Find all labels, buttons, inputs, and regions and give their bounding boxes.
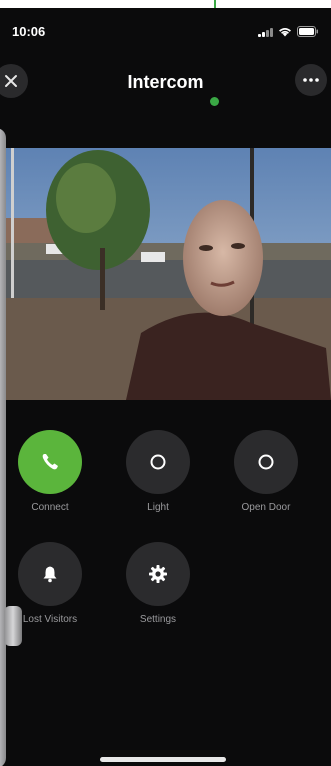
- navigation-bar: Intercom: [0, 56, 331, 106]
- lost-visitors-label: Lost Visitors: [22, 614, 78, 625]
- open-door-button[interactable]: Open Door: [216, 430, 316, 513]
- light-label: Light: [147, 502, 169, 513]
- gear-icon: [149, 565, 167, 583]
- lost-visitors-button[interactable]: Lost Visitors: [0, 542, 100, 625]
- more-horizontal-icon: [303, 78, 319, 82]
- connect-label: Connect: [31, 502, 69, 513]
- circle-icon: [150, 454, 166, 470]
- phone-icon: [42, 454, 58, 470]
- connect-button[interactable]: Connect: [0, 430, 100, 513]
- settings-button[interactable]: Settings: [108, 542, 208, 625]
- circle-icon: [258, 454, 274, 470]
- battery-icon: [297, 26, 319, 37]
- camera-frame-image: [6, 148, 331, 400]
- page-title: Intercom: [127, 72, 204, 92]
- home-indicator[interactable]: [100, 757, 226, 762]
- camera-video-feed[interactable]: [6, 148, 331, 400]
- wifi-icon: [278, 27, 292, 37]
- bell-icon: [43, 566, 57, 583]
- status-time: 10:06: [12, 24, 46, 39]
- open-door-label: Open Door: [241, 502, 291, 513]
- more-options-button[interactable]: [295, 64, 327, 96]
- phone-screen: [0, 8, 331, 766]
- status-bar: 10:06: [0, 8, 331, 50]
- signal-icon: [258, 28, 273, 37]
- settings-label: Settings: [139, 614, 177, 625]
- light-button[interactable]: Light: [108, 430, 208, 513]
